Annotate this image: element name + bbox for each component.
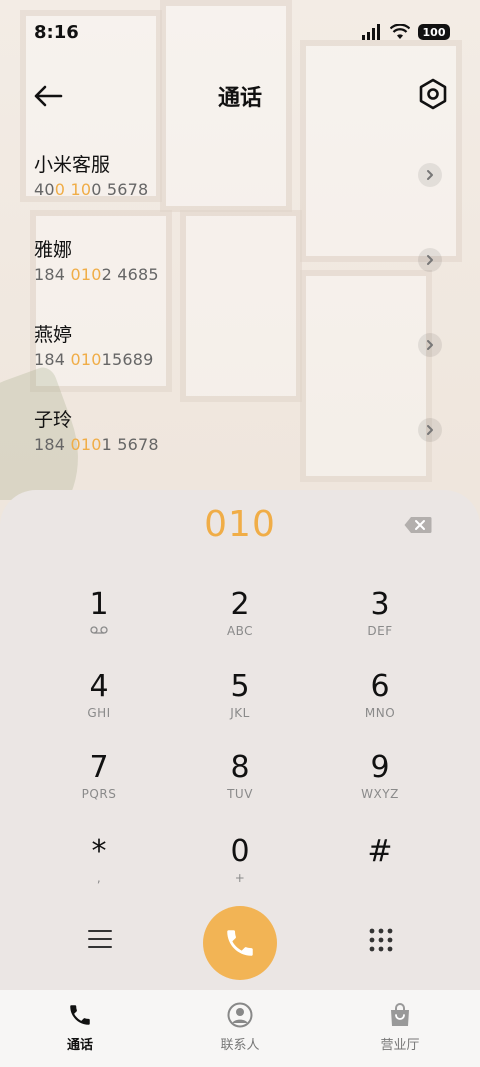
call-button[interactable] xyxy=(203,906,277,980)
status-time: 8:16 xyxy=(34,22,79,43)
dial-key-2[interactable]: 2 ABC xyxy=(180,588,300,658)
dial-key-3[interactable]: 3 DEF xyxy=(320,588,440,658)
nav-label: 联系人 xyxy=(220,1038,260,1053)
dial-key-hash[interactable]: # xyxy=(320,835,440,905)
dial-key-8[interactable]: 8 TUV xyxy=(180,751,300,821)
list-item[interactable]: 小米客服 400 100 5678 xyxy=(0,140,480,225)
contact-name: 雅娜 xyxy=(34,239,73,261)
chevron-right-icon xyxy=(427,340,433,350)
menu-button[interactable] xyxy=(87,928,113,950)
chevron-right-icon xyxy=(427,425,433,435)
dial-key-9[interactable]: 9 WXYZ xyxy=(320,751,440,821)
status-bar: 8:16 100 xyxy=(0,0,480,66)
chevron-right-icon xyxy=(427,170,433,180)
dialpad-grid-icon xyxy=(369,928,393,952)
hamburger-menu-icon xyxy=(88,930,112,948)
contact-detail-button[interactable] xyxy=(418,248,442,272)
nav-tab-calls[interactable]: 通话 xyxy=(0,990,160,1067)
settings-hexagon-icon xyxy=(419,78,447,110)
list-item[interactable]: 燕婷 184 01015689 xyxy=(0,310,480,395)
dial-key-5[interactable]: 5 JKL xyxy=(180,670,300,740)
backspace-icon xyxy=(404,517,432,533)
contact-name: 子玲 xyxy=(34,409,73,431)
backspace-button[interactable] xyxy=(404,516,432,534)
bottom-navigation: 通话 联系人 营业厅 xyxy=(0,990,480,1067)
dial-key-7[interactable]: 7 PQRS xyxy=(39,751,159,821)
dial-key-star[interactable]: * , xyxy=(39,835,159,905)
contact-number: 184 0102 4685 xyxy=(34,265,159,284)
nav-label: 营业厅 xyxy=(380,1038,420,1053)
chevron-right-icon xyxy=(427,255,433,265)
dial-key-4[interactable]: 4 GHI xyxy=(39,670,159,740)
dial-key-1[interactable]: 1 xyxy=(39,588,159,658)
contact-number: 400 100 5678 xyxy=(34,180,149,199)
phone-icon xyxy=(70,1005,90,1025)
nav-label: 通话 xyxy=(66,1038,93,1053)
contact-detail-button[interactable] xyxy=(418,333,442,357)
dialpad-panel: 010 1 2 ABC 3 DEF 4 GHI 5 JKL 6 MNO 7 PQ… xyxy=(0,490,480,990)
contact-detail-button[interactable] xyxy=(418,418,442,442)
header: 通话 xyxy=(0,70,480,120)
phone-icon xyxy=(227,930,253,956)
signal-icon xyxy=(362,24,380,40)
list-item[interactable]: 雅娜 184 0102 4685 xyxy=(0,225,480,310)
dial-key-0[interactable]: 0 + xyxy=(180,835,300,905)
list-item[interactable]: 子玲 184 0101 5678 xyxy=(0,395,480,480)
contact-detail-button[interactable] xyxy=(418,163,442,187)
store-bag-icon xyxy=(391,1003,409,1026)
contacts-icon xyxy=(227,1002,253,1028)
voicemail-icon xyxy=(90,626,108,634)
contact-name: 燕婷 xyxy=(34,324,73,346)
page-title: 通话 xyxy=(217,86,262,111)
contact-name: 小米客服 xyxy=(34,154,111,176)
contact-number: 184 0101 5678 xyxy=(34,435,159,454)
wifi-icon xyxy=(390,24,410,39)
battery-level: 100 xyxy=(422,25,446,39)
battery-indicator: 100 xyxy=(418,24,450,40)
dial-key-6[interactable]: 6 MNO xyxy=(320,670,440,740)
nav-tab-store[interactable]: 营业厅 xyxy=(320,990,480,1067)
settings-button[interactable] xyxy=(418,77,448,111)
dialpad-toggle-button[interactable] xyxy=(368,927,394,953)
suggested-contacts-list: 小米客服 400 100 5678 雅娜 184 0102 4685 燕婷 18… xyxy=(0,140,480,480)
contact-number: 184 01015689 xyxy=(34,350,154,369)
nav-tab-contacts[interactable]: 联系人 xyxy=(160,990,320,1067)
